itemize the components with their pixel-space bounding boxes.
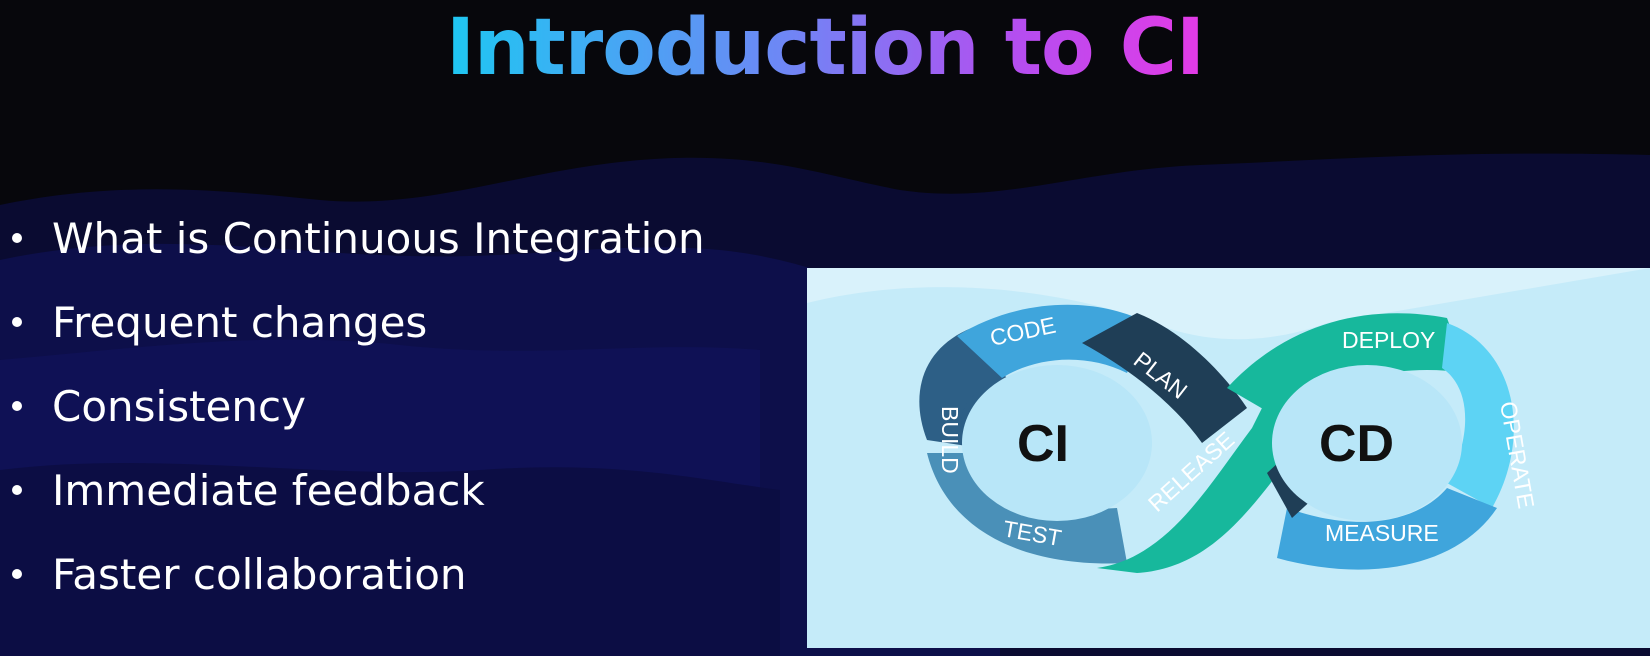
cd-label: CD — [1319, 415, 1394, 473]
bullet-item: What is Continuous Integration — [12, 196, 705, 280]
bullet-item: Faster collaboration — [12, 532, 705, 616]
bullet-list: What is Continuous Integration Frequent … — [12, 196, 705, 616]
bullet-text: Faster collaboration — [52, 549, 467, 599]
bullet-item: Frequent changes — [12, 280, 705, 364]
bullet-text: Immediate feedback — [52, 465, 485, 515]
slide-title: Introduction to CI — [0, 0, 1650, 96]
bullet-dot-icon — [12, 233, 22, 243]
ci-label: CI — [1017, 415, 1069, 473]
bullet-item: Immediate feedback — [12, 448, 705, 532]
bullet-dot-icon — [12, 485, 22, 495]
stage-label-measure: MEASURE — [1325, 520, 1439, 546]
bullet-text: Frequent changes — [52, 297, 428, 347]
bullet-item: Consistency — [12, 364, 705, 448]
bullet-dot-icon — [12, 569, 22, 579]
bullet-text: What is Continuous Integration — [52, 213, 705, 263]
bullet-text: Consistency — [52, 381, 306, 431]
bullet-dot-icon — [12, 401, 22, 411]
ci-cd-infinity-diagram: CODE PLAN BUILD TEST RELEASE DEPLOY OPER… — [807, 268, 1650, 648]
stage-label-deploy: DEPLOY — [1342, 327, 1435, 353]
slide-title-text: Introduction to CI — [445, 3, 1205, 93]
bullet-dot-icon — [12, 317, 22, 327]
infinity-loop-svg: CODE PLAN BUILD TEST RELEASE DEPLOY OPER… — [807, 268, 1650, 648]
stage-label-build: BUILD — [937, 406, 963, 474]
